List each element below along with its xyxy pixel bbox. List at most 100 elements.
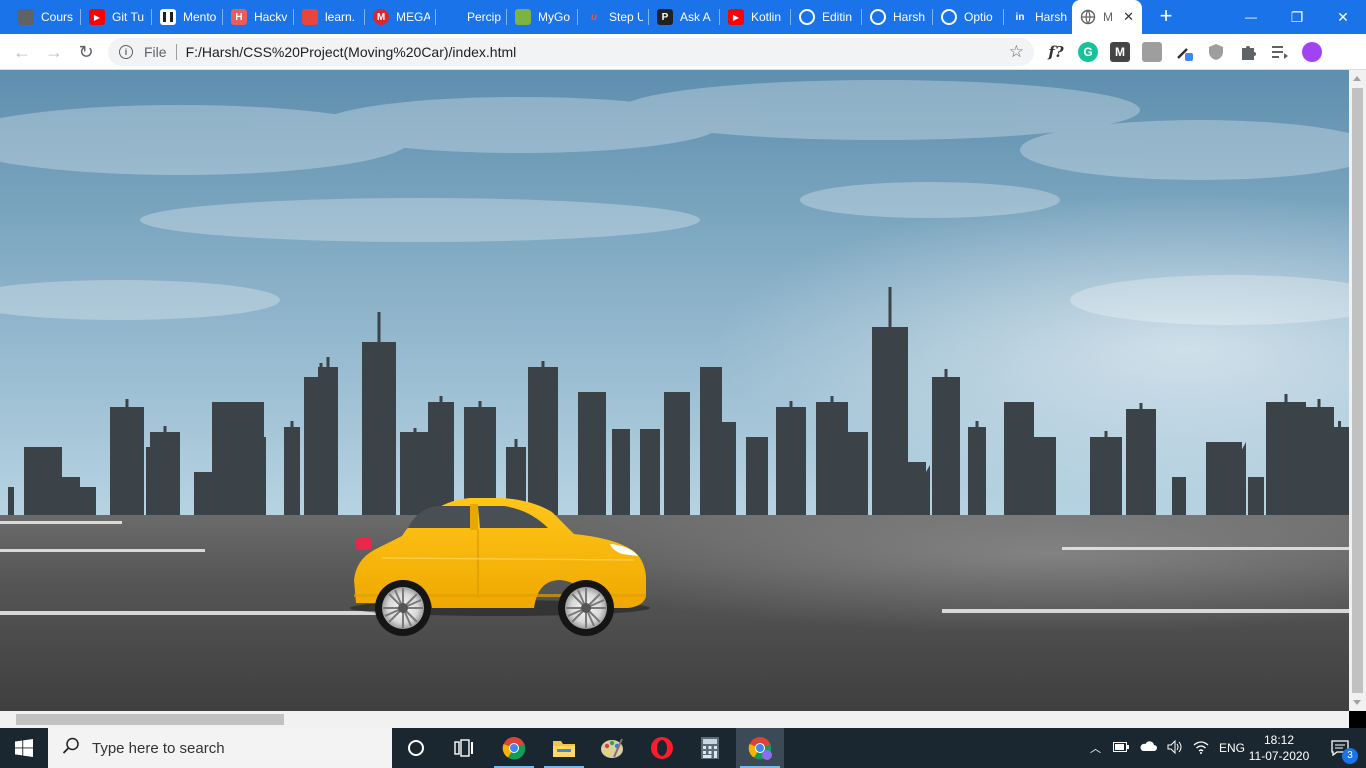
vertical-scrollbar[interactable]: [1349, 70, 1366, 711]
tab-10[interactable]: ▶ Kotlin: [720, 0, 790, 34]
rear-wheel: [375, 580, 431, 636]
skyline-building: [1034, 437, 1056, 517]
lane-line: [0, 521, 122, 524]
skyline-building: [612, 429, 630, 517]
close-tab-icon[interactable]: ✕: [1123, 9, 1134, 25]
grammarly-icon[interactable]: G: [1078, 42, 1098, 62]
onedrive-cloud-icon[interactable]: [1139, 741, 1157, 755]
chrome-canary-icon[interactable]: [736, 728, 784, 768]
lane-line: [942, 609, 1349, 613]
tab-8[interactable]: u Step U: [578, 0, 648, 34]
chrome-icon[interactable]: [490, 728, 538, 768]
building-spire: [830, 396, 834, 402]
info-icon[interactable]: i: [119, 45, 133, 59]
skyline-building: [150, 432, 180, 517]
wifi-icon[interactable]: [1193, 740, 1209, 757]
front-wheel: [558, 580, 614, 636]
building-spire: [377, 312, 381, 342]
pdf-icon[interactable]: [1142, 42, 1162, 62]
forward-button[interactable]: →: [42, 40, 66, 64]
chevron-up-icon[interactable]: ︿: [1090, 740, 1101, 756]
language-indicator[interactable]: ENG: [1219, 741, 1245, 755]
address-bar[interactable]: i File F:/Harsh/CSS%20Project(Moving%20C…: [108, 38, 1034, 66]
horizontal-scroll-thumb[interactable]: [16, 714, 284, 725]
skyline-building: [1172, 477, 1186, 517]
tab-2[interactable]: Mento: [152, 0, 222, 34]
tab-title: MEGA: [396, 10, 430, 24]
globe-icon: [1080, 9, 1096, 25]
tab-12[interactable]: Harsh: [862, 0, 932, 34]
skyline-building: [872, 327, 908, 517]
mygov-icon: [515, 9, 531, 25]
skyline-building: [1090, 437, 1122, 517]
bookmark-star-icon[interactable]: ☆: [1009, 42, 1024, 62]
horizontal-scrollbar[interactable]: [0, 711, 1349, 728]
mendeley-icon[interactable]: M: [1110, 42, 1130, 62]
tab-title: Harsh: [893, 10, 926, 24]
cortana-icon[interactable]: [392, 728, 440, 768]
building-spire: [541, 361, 545, 367]
restore-button[interactable]: ❐: [1274, 0, 1320, 34]
scroll-up-icon[interactable]: [1353, 76, 1361, 81]
new-tab-button[interactable]: +: [1154, 4, 1178, 30]
eyedropper-icon[interactable]: [1174, 42, 1194, 62]
action-center-icon[interactable]: 3: [1316, 728, 1364, 768]
puzzle-icon[interactable]: [1238, 42, 1258, 62]
tab-5[interactable]: M MEGA: [365, 0, 435, 34]
tab-3[interactable]: H Hackv: [223, 0, 293, 34]
vertical-scroll-thumb[interactable]: [1352, 88, 1363, 693]
close-window-button[interactable]: ✕: [1320, 0, 1366, 34]
skyline-building: [238, 437, 266, 517]
skyline-building: [362, 342, 396, 517]
address-divider: [175, 44, 177, 60]
back-button[interactable]: ←: [10, 40, 34, 64]
minimize-button[interactable]: —: [1228, 0, 1274, 34]
notification-badge: 3: [1342, 748, 1358, 764]
skyline-building: [1248, 477, 1264, 517]
building-spire: [888, 287, 892, 327]
formula-icon[interactable]: f?: [1046, 42, 1066, 62]
linkedin-icon: in: [1015, 11, 1025, 23]
building-spire: [478, 401, 482, 407]
tab-title: Mento: [183, 10, 217, 24]
skyline-building: [816, 402, 848, 517]
tab-1[interactable]: ▶ Git Tu: [81, 0, 151, 34]
reload-button[interactable]: ↻: [74, 40, 98, 64]
skyline-building: [1304, 407, 1334, 517]
file-explorer-icon[interactable]: [540, 728, 588, 768]
url-text[interactable]: F:/Harsh/CSS%20Project(Moving%20Car)/ind…: [186, 44, 517, 60]
tab-11[interactable]: Editin: [791, 0, 861, 34]
scroll-down-icon[interactable]: [1353, 700, 1361, 705]
calculator-icon[interactable]: [686, 728, 734, 768]
paint-icon[interactable]: [588, 728, 636, 768]
volume-icon[interactable]: [1167, 739, 1183, 757]
page-viewport: [0, 70, 1349, 711]
tab-4[interactable]: learn.: [294, 0, 364, 34]
tab-6[interactable]: Percip: [436, 0, 506, 34]
skyline-building: [62, 477, 80, 517]
taskbar-search[interactable]: Type here to search: [48, 728, 392, 768]
profile-avatar-icon[interactable]: [1302, 42, 1322, 62]
tab-14[interactable]: in Harsh: [1004, 0, 1074, 34]
taskbar-clock[interactable]: 18:12 11-07-2020: [1248, 732, 1310, 764]
lane-line: [1062, 547, 1349, 550]
lane-line: [0, 549, 205, 552]
extension-label: G: [1083, 45, 1093, 59]
media-queue-icon[interactable]: [1270, 42, 1290, 62]
tab-title: Step U: [609, 10, 643, 24]
skyline-building: [932, 377, 960, 517]
start-windows-icon[interactable]: [0, 728, 48, 768]
tab-9[interactable]: P Ask A: [649, 0, 719, 34]
task-view-icon[interactable]: [440, 728, 488, 768]
tab-13[interactable]: Optio: [933, 0, 1003, 34]
tab-title: Git Tu: [112, 10, 145, 24]
tab-0[interactable]: Cours: [10, 0, 80, 34]
scheme-label: File: [144, 44, 167, 60]
shield-icon[interactable]: [1206, 42, 1226, 62]
opera-icon[interactable]: [638, 728, 686, 768]
battery-icon[interactable]: [1113, 741, 1129, 755]
skyline-building: [776, 407, 806, 517]
tab-7[interactable]: MyGo: [507, 0, 577, 34]
percipio-icon: [444, 9, 460, 25]
tab-active[interactable]: M ✕: [1072, 0, 1142, 34]
